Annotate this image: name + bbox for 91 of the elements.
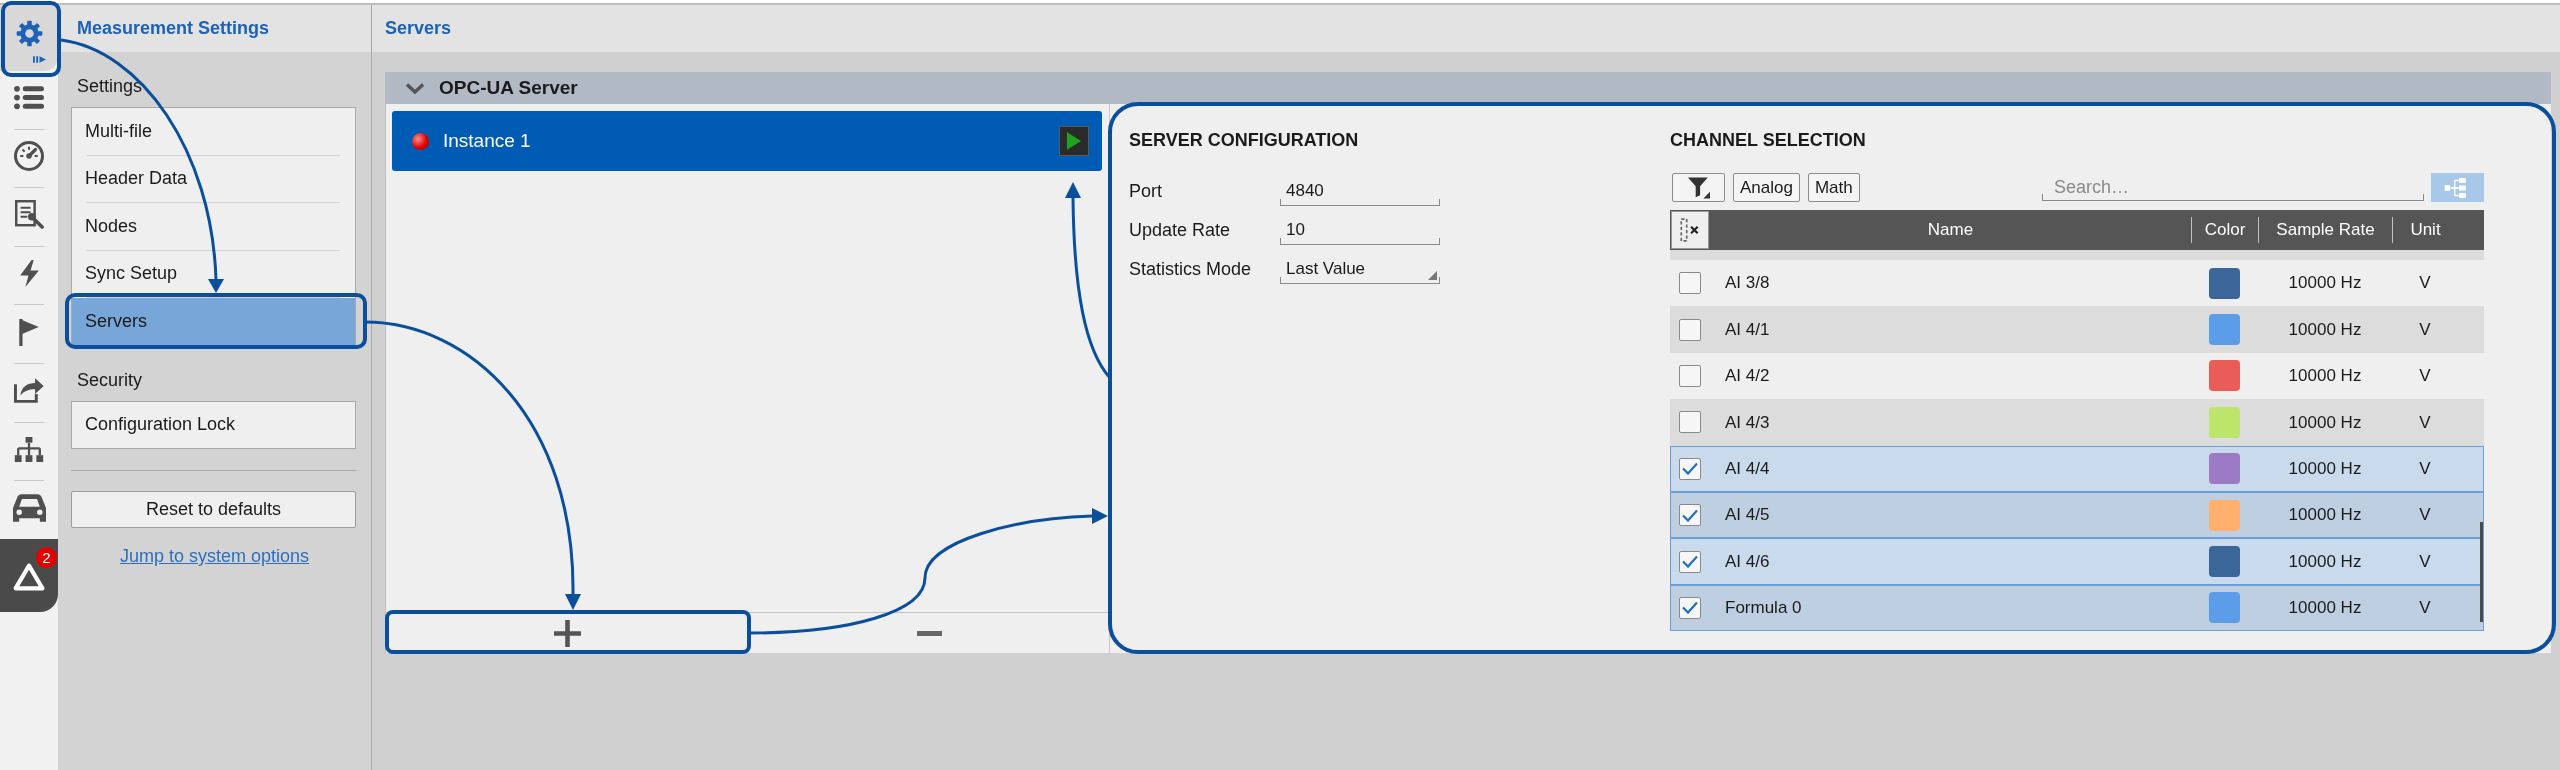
pause-play-icon <box>33 56 46 63</box>
clear-checks-button[interactable] <box>1671 211 1709 249</box>
table-row[interactable]: AI 4/1 10000 Hz V <box>1670 306 2484 353</box>
table-cell-text: AI 3/8 <box>1724 272 1770 295</box>
sidebar-item[interactable]: Servers <box>72 298 355 345</box>
funnel-icon <box>1687 176 1710 199</box>
table-cell-text: Formula 0 <box>1724 597 1802 620</box>
table-cell-text: V <box>2419 365 2431 388</box>
column-header[interactable]: Sample Rate <box>2258 217 2392 243</box>
sidebar-item[interactable]: Sync Setup <box>72 250 355 297</box>
sidebar-item[interactable]: Configuration Lock <box>72 401 355 448</box>
car-icon <box>12 493 46 522</box>
page-title: Servers <box>385 17 452 40</box>
checkbox[interactable] <box>1679 411 1701 434</box>
checkbox[interactable] <box>1679 364 1701 387</box>
panel-title: Measurement Settings <box>77 17 270 40</box>
checkbox[interactable] <box>1679 504 1701 527</box>
table-cell-text: V <box>2419 458 2431 480</box>
table-cell-text: V <box>2419 597 2431 620</box>
hierarchy-icon <box>14 436 44 462</box>
checkbox[interactable] <box>1679 457 1701 480</box>
instance-row[interactable]: Instance 1 <box>392 111 1102 171</box>
sidebar-item[interactable]: Header Data <box>72 155 355 202</box>
reset-button[interactable]: Reset to defaults <box>71 491 356 528</box>
checkbox[interactable] <box>1679 550 1701 573</box>
table-cell-text: AI 4/5 <box>1724 504 1770 527</box>
triangle-logo-icon <box>13 563 45 592</box>
table-row[interactable]: AI 4/6 10000 Hz V <box>1670 538 2484 585</box>
table-cell-text: 10000 Hz <box>2288 550 2362 573</box>
table-cell-text: AI 4/6 <box>1724 550 1770 573</box>
table-cell-text: V <box>2419 411 2431 434</box>
system-options-link[interactable]: Jump to system options <box>119 543 310 570</box>
filter-toggle[interactable]: Math <box>1807 173 1860 202</box>
section-title: OPC-UA Server <box>439 75 578 100</box>
play-icon <box>1067 132 1081 150</box>
table-cell-text: 10000 Hz <box>2288 504 2362 527</box>
column-header[interactable]: Name <box>1710 217 2191 243</box>
sidebar-item[interactable]: Nodes <box>72 203 355 250</box>
table-cell-text: 10000 Hz <box>2288 411 2362 434</box>
settings-icon <box>15 19 43 47</box>
gauge-icon <box>14 141 44 172</box>
table-row[interactable]: AI 4/4 10000 Hz V <box>1670 445 2484 492</box>
notification-badge: 2 <box>36 546 57 568</box>
minus-icon <box>915 630 943 636</box>
nav-button[interactable]: 2 <box>0 538 58 612</box>
scrollbar-thumb[interactable] <box>2480 522 2483 622</box>
chevron-icon[interactable] <box>406 82 424 94</box>
flag-icon <box>19 318 39 346</box>
filter-toggle[interactable]: Analog <box>1733 173 1800 202</box>
table-cell-text: 10000 Hz <box>2288 597 2362 620</box>
column-header[interactable]: Color <box>2191 217 2258 243</box>
field-label: Update Rate <box>1129 219 1232 242</box>
block-heading: SERVER CONFIGURATION <box>1129 129 1360 152</box>
table-cell-text: AI 4/3 <box>1724 411 1770 434</box>
table-row[interactable]: AI 4/5 10000 Hz V <box>1670 491 2484 539</box>
lightning-icon <box>19 260 39 288</box>
block-heading: CHANNEL SELECTION <box>1670 129 1867 152</box>
table-cell-text: 10000 Hz <box>2288 272 2362 295</box>
column-header[interactable]: Unit <box>2392 217 2458 243</box>
table-cell-text: AI 4/2 <box>1724 365 1770 388</box>
field-label: Port <box>1129 180 1163 203</box>
table-cell-text: AI 4/1 <box>1724 318 1770 341</box>
document-wrench-icon <box>14 200 44 230</box>
table-cell-text: V <box>2419 504 2431 527</box>
field-label: Statistics Mode <box>1129 258 1253 281</box>
checkbox[interactable] <box>1679 596 1701 619</box>
group-heading: Settings <box>77 75 143 97</box>
instance-label: Instance 1 <box>443 128 531 153</box>
dropdown-corner-icon <box>1428 270 1437 280</box>
section-header[interactable]: OPC-UA Server <box>385 72 2551 104</box>
table-cell-text: V <box>2419 318 2431 341</box>
checkbox[interactable] <box>1679 318 1701 341</box>
table-cell-text: V <box>2419 272 2431 295</box>
plus-icon <box>554 619 581 647</box>
checkbox[interactable] <box>1679 272 1701 295</box>
dropdown-value: Last Value <box>1286 258 1366 281</box>
sidebar-item[interactable]: Multi-file <box>72 108 355 155</box>
table-cell-text: 10000 Hz <box>2288 365 2362 388</box>
start-button[interactable] <box>1059 126 1089 156</box>
table-row[interactable]: Formula 0 10000 Hz V <box>1670 584 2484 632</box>
table-cell-text: 10000 Hz <box>2288 318 2362 341</box>
table-cell-text: V <box>2419 550 2431 573</box>
table-cell-text: AI 4/4 <box>1724 458 1770 480</box>
group-heading: Security <box>77 368 143 391</box>
table-row[interactable]: AI 4/3 10000 Hz V <box>1670 399 2484 446</box>
column-x-icon <box>1679 218 1701 242</box>
filter-button[interactable] <box>1672 173 1725 202</box>
export-icon <box>14 377 44 405</box>
list-icon <box>14 85 44 111</box>
nav-button[interactable] <box>0 5 58 71</box>
table-cell-text: 10000 Hz <box>2288 458 2362 480</box>
